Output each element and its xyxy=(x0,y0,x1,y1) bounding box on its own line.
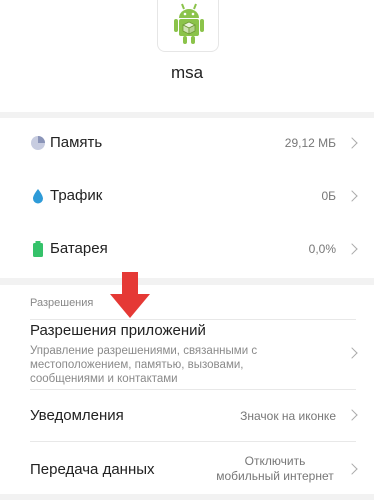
data-transfer-row[interactable]: Передача данных Отключить мобильный инте… xyxy=(0,442,374,494)
data-transfer-label: Передача данных xyxy=(30,461,155,478)
memory-value: 29,12 МБ xyxy=(284,136,336,150)
bottom-strip xyxy=(0,494,374,500)
notifications-row[interactable]: Уведомления Значок на иконке xyxy=(0,390,374,440)
app-permissions-description: Управление разрешениями, связанными с ме… xyxy=(30,345,258,385)
battery-label: Батарея xyxy=(50,240,108,257)
battery-row[interactable]: Батарея 0,0% xyxy=(0,224,374,278)
arrow-down-annotation xyxy=(110,272,150,318)
app-permissions-row[interactable]: Разрешения приложений Управление разреше… xyxy=(0,320,374,386)
battery-icon xyxy=(30,241,46,257)
memory-label: Память xyxy=(50,134,103,151)
notifications-label: Уведомления xyxy=(30,407,124,424)
chevron-right-icon xyxy=(346,347,358,359)
chevron-right-icon xyxy=(346,463,358,475)
android-icon xyxy=(174,3,204,44)
traffic-label: Трафик xyxy=(50,187,103,204)
chevron-right-icon xyxy=(346,409,358,421)
memory-row[interactable]: Память 29,12 МБ xyxy=(0,118,374,172)
chevron-right-icon xyxy=(346,137,358,149)
app-header-card: msa xyxy=(0,0,374,112)
pie-chart-icon xyxy=(30,135,46,151)
traffic-row[interactable]: Трафик 0Б xyxy=(0,171,374,225)
app-icon xyxy=(157,0,219,52)
battery-value: 0,0% xyxy=(308,242,336,256)
app-permissions-title: Разрешения приложений xyxy=(30,322,206,339)
section-title-permissions: Разрешения xyxy=(30,297,94,309)
notifications-value: Значок на иконке xyxy=(240,409,336,423)
chevron-right-icon xyxy=(346,243,358,255)
traffic-value: 0Б xyxy=(321,189,336,203)
app-name: msa xyxy=(170,63,204,82)
data-transfer-value: Отключить мобильный интернет xyxy=(216,454,334,483)
drop-icon xyxy=(30,188,46,204)
chevron-right-icon xyxy=(346,190,358,202)
usage-card: Память 29,12 МБ Трафик 0Б Батарея 0,0% xyxy=(0,118,374,278)
